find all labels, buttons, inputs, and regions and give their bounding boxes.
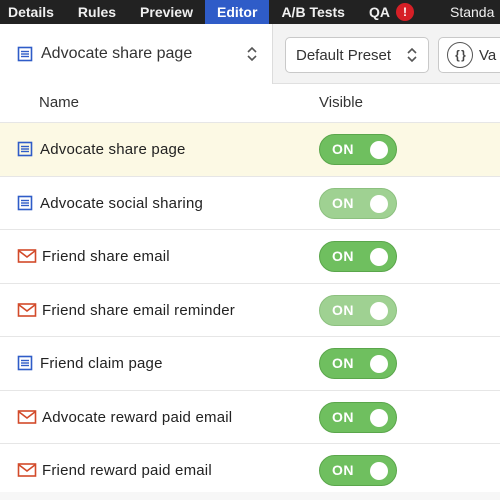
toggle-label: ON [332,462,354,478]
row-name: Advocate reward paid email [42,408,233,426]
preset-select[interactable]: Default Preset [285,37,429,73]
table-row[interactable]: Advocate share page ON [0,122,500,176]
preset-select-value: Default Preset [296,46,392,64]
variables-label: Va [479,46,497,64]
editor-toolbar: Advocate share page Default Preset { } V… [0,24,500,84]
page-select-value: Advocate share page [41,45,193,62]
tab-label: A/B Tests [281,4,345,20]
column-header-visible: Visible [319,94,363,111]
tab-ab-tests[interactable]: A/B Tests [269,0,357,24]
tab-label: Standa [449,4,495,20]
tab-preview[interactable]: Preview [128,0,205,24]
qa-alert-badge: ! [395,3,414,21]
page-icon [17,355,33,371]
page-icon [17,141,33,157]
toggle-knob [370,462,388,480]
toggle-knob [370,408,388,427]
updown-chevron-icon [247,46,257,62]
toggle-knob [370,355,388,373]
visible-toggle[interactable]: ON [319,187,397,219]
table-row[interactable]: Friend reward paid email ON [0,443,500,497]
bottom-overflow-strip [0,492,500,500]
row-name: Advocate share page [40,141,186,158]
top-nav: Details Rules Preview Editor A/B Tests Q… [0,0,500,24]
tab-rules[interactable]: Rules [66,0,128,24]
email-icon [17,409,37,424]
toggle-label: ON [332,355,354,371]
toggle-knob [370,301,388,320]
visible-toggle[interactable]: ON [319,294,397,326]
page-icon [17,195,33,210]
table-row[interactable]: Friend share email reminder ON [0,282,500,337]
page-select[interactable]: Advocate share page [0,24,273,84]
row-name: Friend share email [42,248,170,265]
page-icon [17,46,33,62]
tab-label: Details [8,4,54,20]
visible-toggle[interactable]: ON [319,401,397,433]
table-row[interactable]: Friend claim page ON [0,336,500,390]
visible-toggle[interactable]: ON [319,455,397,486]
tab-label: Rules [77,4,117,20]
updown-chevron-icon [407,47,417,63]
table-header: Name Visible [0,84,500,122]
tab-editor[interactable]: Editor [204,0,270,24]
toggle-knob [370,194,388,213]
tab-label: Preview [140,4,193,20]
tab-label: Editor [216,4,258,20]
column-header-name: Name [39,94,80,111]
visible-toggle[interactable]: ON [319,134,397,165]
row-name: Advocate social sharing [40,194,204,212]
toggle-label: ON [332,194,354,211]
visible-toggle[interactable]: ON [319,241,397,272]
visible-toggle[interactable]: ON [319,348,397,379]
row-name: Friend reward paid email [42,462,212,479]
row-name: Friend claim page [40,355,163,372]
braces-icon: { } [447,42,473,68]
email-icon [17,249,37,263]
table-row[interactable]: Advocate social sharing ON [0,175,500,230]
toggle-label: ON [332,248,354,264]
variables-button[interactable]: { } Va [438,37,500,73]
toggle-label: ON [332,301,354,318]
table-row[interactable]: Advocate reward paid email ON [0,389,500,444]
tab-qa[interactable]: QA ! [357,0,426,24]
table-row[interactable]: Friend share email ON [0,229,500,283]
tab-standard[interactable]: Standa [438,0,500,24]
toggle-label: ON [332,141,354,157]
toggle-knob [370,141,388,159]
template-list: Advocate share page ON Advocate social s… [0,122,500,497]
email-icon [17,463,37,477]
toggle-knob [370,248,388,266]
email-icon [17,302,37,317]
tab-details[interactable]: Details [0,0,66,24]
toggle-label: ON [332,408,354,425]
tab-label: QA [368,4,390,20]
row-name: Friend share email reminder [42,301,235,319]
